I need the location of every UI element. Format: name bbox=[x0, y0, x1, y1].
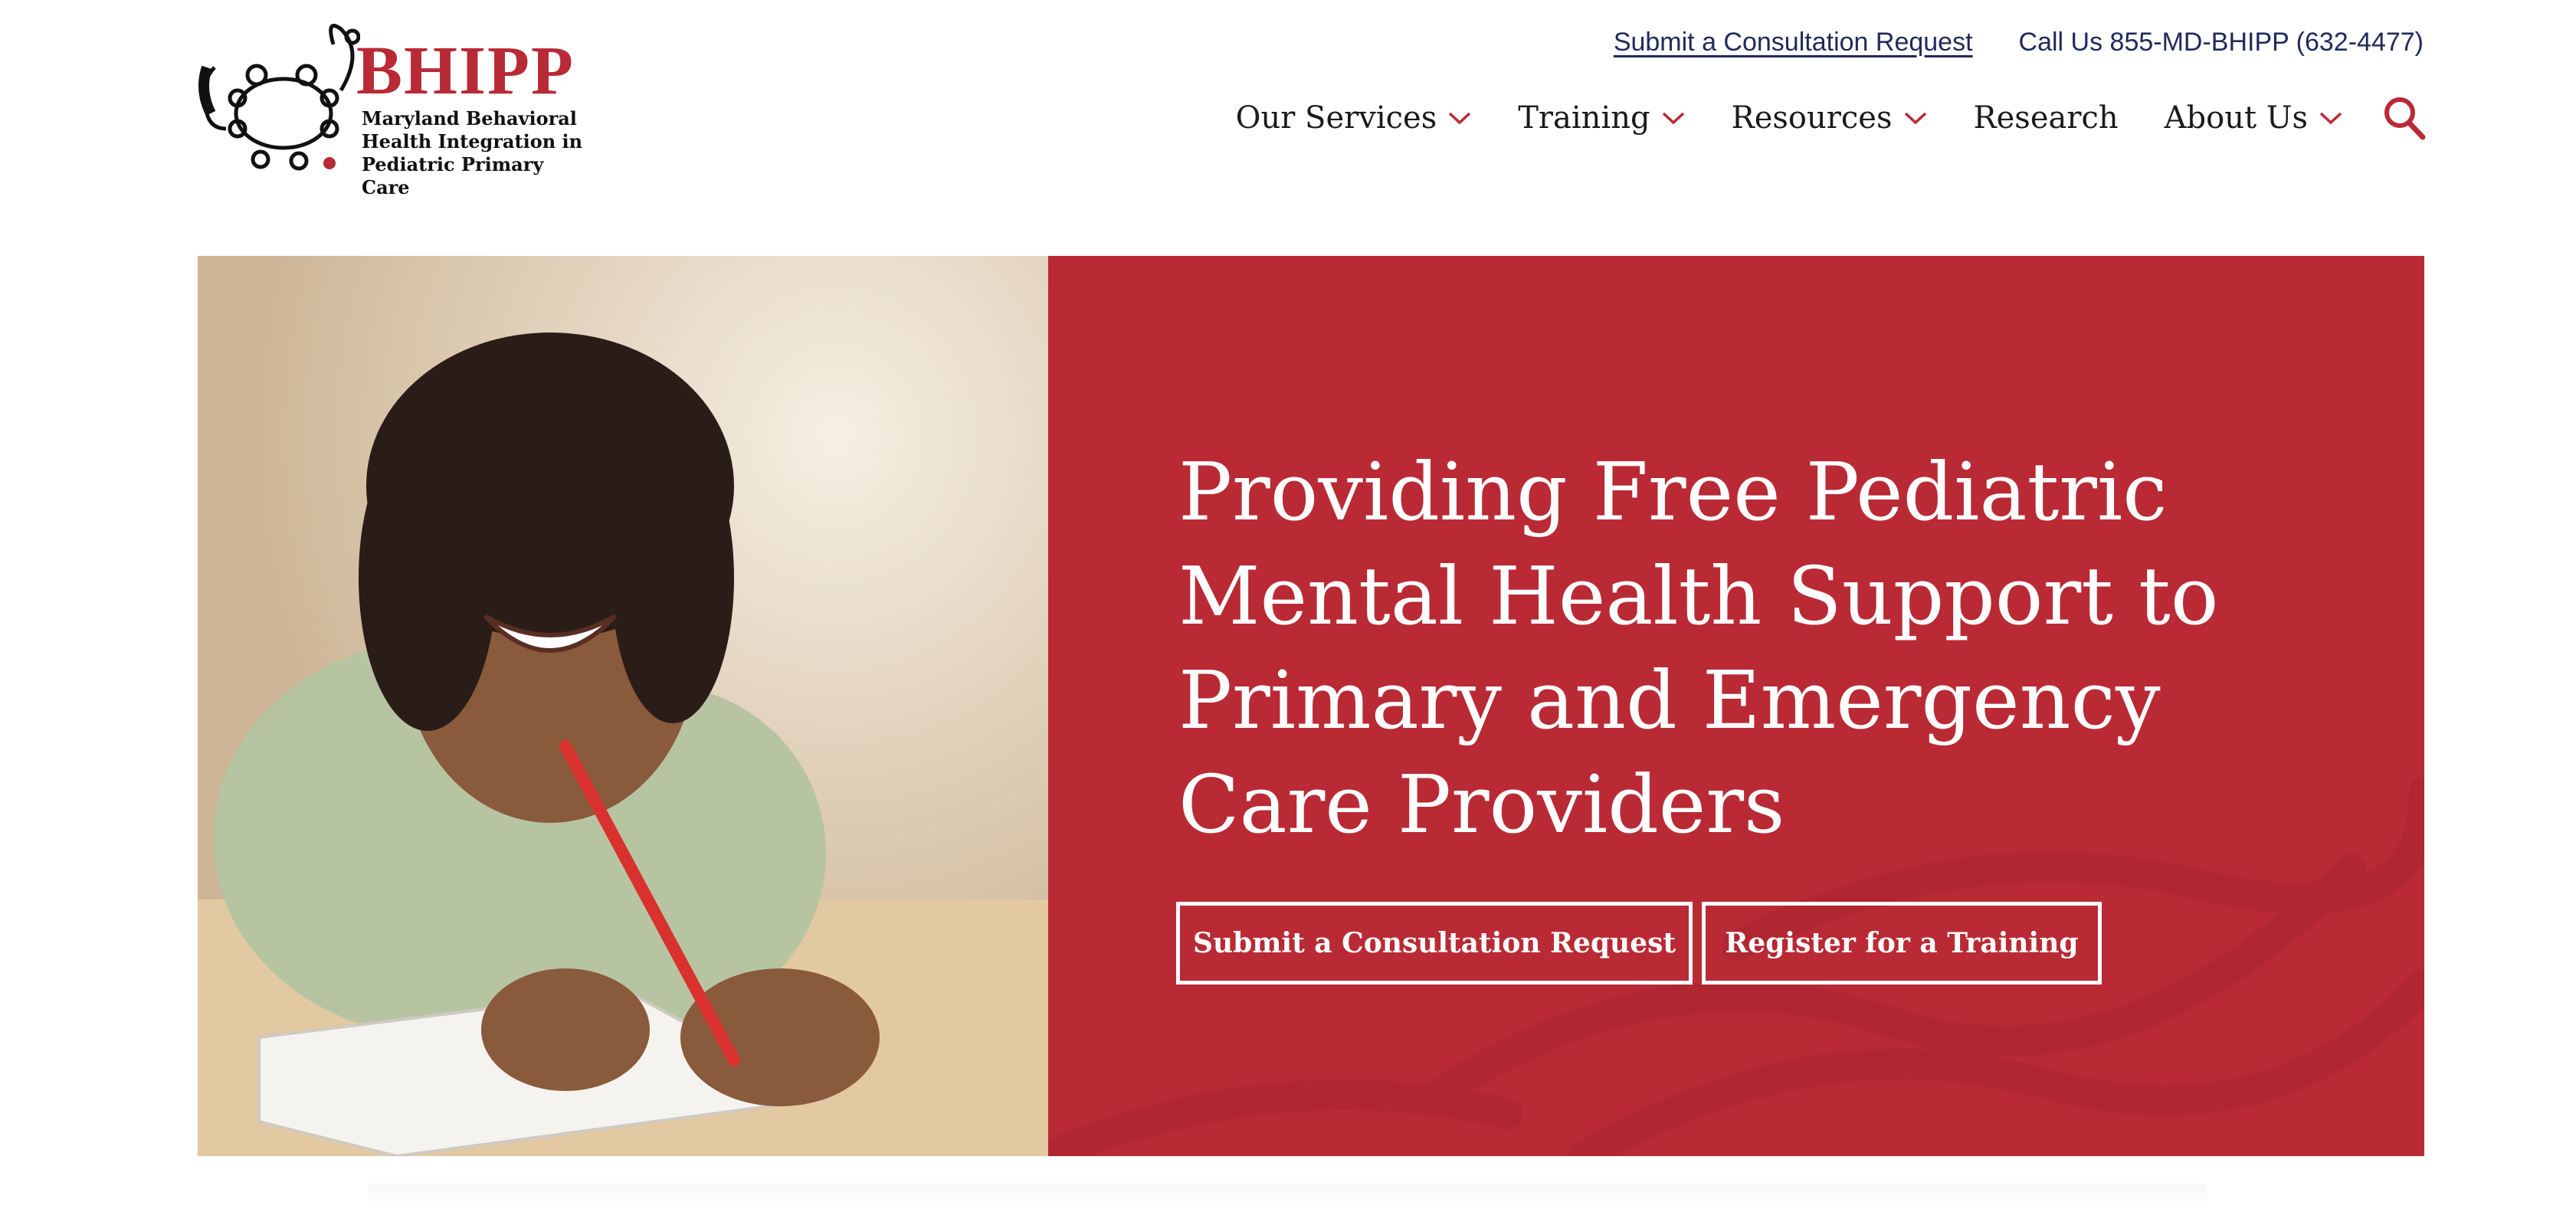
hero-section: Providing Free Pediatric Mental Health S… bbox=[198, 256, 2424, 1156]
hero-panel: Providing Free Pediatric Mental Health S… bbox=[1048, 256, 2424, 1156]
consultation-request-link[interactable]: Submit a Consultation Request bbox=[1614, 28, 1973, 57]
nav-label: Our Services bbox=[1235, 100, 1437, 136]
site-logo[interactable]: BHIPP Maryland Behavioral Health Integra… bbox=[192, 14, 590, 198]
logo-title: BHIPP bbox=[356, 33, 575, 109]
nav-label: Resources bbox=[1731, 100, 1893, 136]
utility-bar: Submit a Consultation Request Call Us 85… bbox=[1614, 28, 2424, 57]
register-training-button[interactable]: Register for a Training bbox=[1702, 902, 2102, 985]
nav-item-training[interactable]: Training bbox=[1518, 100, 1685, 136]
nav-label: About Us bbox=[2164, 100, 2308, 136]
crab-stethoscope-icon bbox=[198, 24, 360, 171]
hero-photo bbox=[198, 256, 1048, 1156]
submit-consultation-button[interactable]: Submit a Consultation Request bbox=[1176, 902, 1693, 985]
nav-label: Research bbox=[1973, 100, 2119, 136]
nav-item-our-services[interactable]: Our Services bbox=[1236, 100, 1473, 136]
main-nav: Our Services Training Resources Research… bbox=[1236, 96, 2426, 140]
phone-link[interactable]: Call Us 855-MD-BHIPP (632-4477) bbox=[2019, 28, 2424, 57]
child-writing-image bbox=[198, 256, 1048, 1156]
nav-item-resources[interactable]: Resources bbox=[1732, 100, 1928, 136]
chevron-down-icon bbox=[1904, 112, 1926, 125]
hero-title: Providing Free Pediatric Mental Health S… bbox=[1178, 445, 2219, 851]
chevron-down-icon bbox=[1449, 112, 1471, 125]
logo-subtitle: Maryland Behavioral Health Integration i… bbox=[362, 107, 583, 198]
chevron-down-icon bbox=[2319, 112, 2342, 125]
nav-item-research[interactable]: Research bbox=[1974, 100, 2119, 136]
nav-label: Training bbox=[1518, 100, 1650, 136]
chevron-down-icon bbox=[1662, 112, 1684, 125]
section-divider bbox=[368, 1184, 2207, 1209]
nav-item-about-us[interactable]: About Us bbox=[2165, 100, 2343, 136]
search-icon[interactable] bbox=[2383, 96, 2426, 140]
